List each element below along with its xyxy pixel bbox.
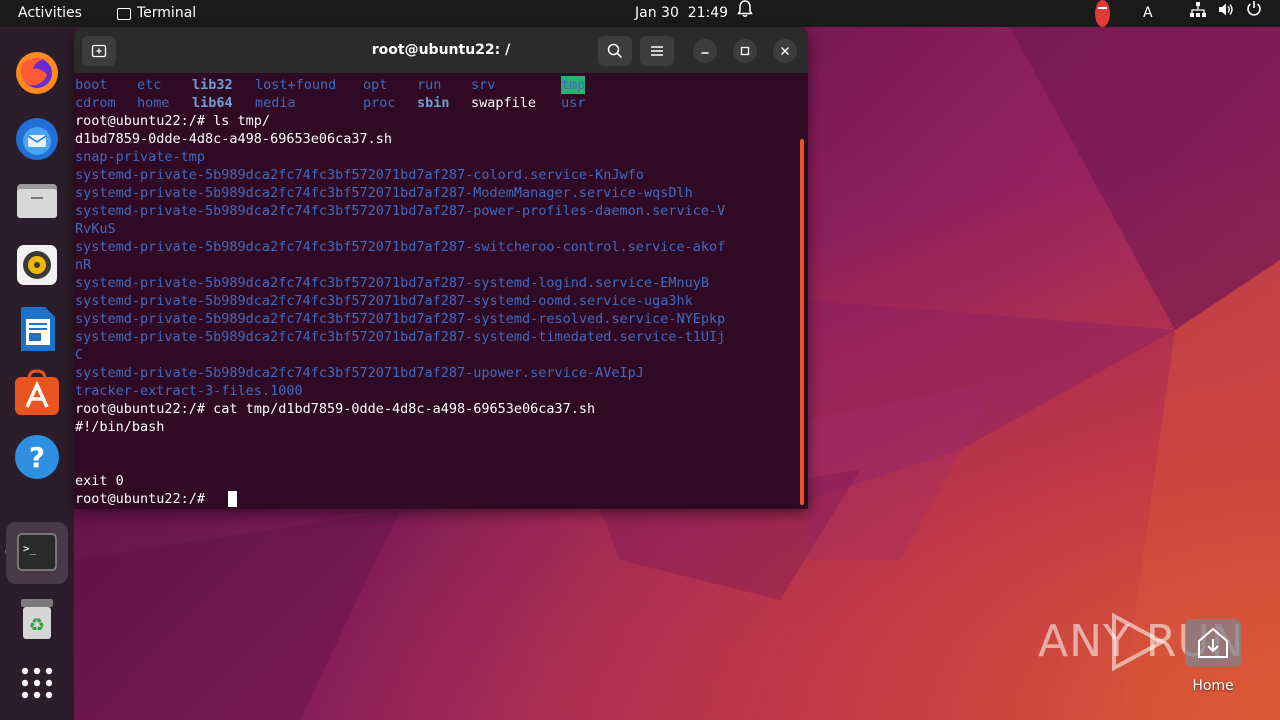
ls-entry: lib64	[192, 95, 233, 111]
top-bar: Activities Terminal Jan 30 21:49 A	[0, 0, 1280, 27]
output-line: tracker-extract-3-files.1000	[75, 383, 303, 399]
show-apps-icon[interactable]	[11, 657, 63, 709]
output-line: systemd-private-5b989dca2fc74fc3bf572071…	[75, 167, 644, 183]
ls-entry: lib32	[192, 77, 233, 93]
text-cursor	[228, 491, 237, 507]
app-menu[interactable]: Terminal	[117, 0, 196, 27]
ls-entry: lost+found	[255, 77, 337, 93]
output-line: systemd-private-5b989dca2fc74fc3bf572071…	[75, 365, 644, 381]
output-line: systemd-private-5b989dca2fc74fc3bf572071…	[75, 185, 693, 201]
trash-icon[interactable]: ♻	[11, 593, 63, 645]
terminal-output[interactable]: boot etc lib32 lost+found opt run srv tm…	[74, 75, 798, 509]
ls-entry: etc	[137, 77, 162, 93]
output-line: C	[75, 347, 84, 363]
new-tab-button[interactable]	[82, 36, 116, 66]
ls-entry: swapfile	[471, 95, 537, 111]
search-button[interactable]	[598, 36, 632, 66]
ls-entry: srv	[471, 77, 496, 93]
ls-entry: proc	[363, 95, 396, 111]
thunderbird-icon[interactable]	[11, 111, 63, 163]
output-line: systemd-private-5b989dca2fc74fc3bf572071…	[75, 203, 726, 219]
firefox-icon[interactable]	[11, 47, 63, 99]
dock: ? >_ ♻	[0, 27, 74, 720]
do-not-disturb-icon[interactable]	[1095, 0, 1110, 27]
maximize-icon	[740, 46, 750, 56]
ls-entry-highlighted: tmp	[561, 76, 586, 94]
ls-entry: media	[255, 95, 296, 111]
svg-text:>_: >_	[23, 542, 37, 555]
ls-entry: sbin	[417, 95, 450, 111]
ls-entry: boot	[75, 77, 108, 93]
keyboard-layout-indicator[interactable]: A	[1143, 0, 1153, 27]
terminal-scrollbar[interactable]	[800, 139, 804, 505]
ls-entry: opt	[363, 77, 388, 93]
command-line: root@ubuntu22:/# ls tmp/	[75, 113, 271, 129]
svg-text:?: ?	[29, 441, 45, 474]
output-line: exit 0	[75, 473, 124, 489]
libreoffice-writer-icon[interactable]	[11, 303, 63, 355]
terminal-dock-icon[interactable]: >_	[6, 522, 68, 584]
play-logo-icon	[1112, 612, 1167, 672]
output-line: systemd-private-5b989dca2fc74fc3bf572071…	[75, 239, 726, 255]
close-icon	[781, 47, 789, 55]
output-line: snap-private-tmp	[75, 149, 206, 165]
output-line: systemd-private-5b989dca2fc74fc3bf572071…	[75, 275, 709, 291]
power-icon[interactable]	[1246, 0, 1262, 27]
notification-bell-icon[interactable]	[737, 0, 753, 27]
ls-entry: home	[137, 95, 170, 111]
help-icon[interactable]: ?	[11, 431, 63, 483]
prompt-line: root@ubuntu22:/#	[75, 491, 214, 507]
app-center-icon[interactable]	[11, 367, 63, 419]
terminal-window[interactable]: root@ubuntu22: / boot etc lib32 lost+fou…	[74, 27, 808, 509]
terminal-app-icon	[117, 7, 131, 20]
output-line: #!/bin/bash	[75, 419, 165, 435]
network-icon[interactable]	[1190, 0, 1206, 27]
ls-entry: cdrom	[75, 95, 116, 111]
ls-entry: run	[417, 77, 442, 93]
home-folder-label: Home	[1192, 678, 1234, 694]
output-line: systemd-private-5b989dca2fc74fc3bf572071…	[75, 293, 693, 309]
files-icon[interactable]	[11, 175, 63, 227]
maximize-button[interactable]	[733, 39, 757, 63]
minimize-icon	[701, 52, 709, 54]
clock[interactable]: Jan 30 21:49	[635, 0, 728, 27]
new-tab-icon	[91, 44, 107, 58]
close-button[interactable]	[773, 39, 797, 63]
menu-button[interactable]	[640, 36, 674, 66]
rhythmbox-icon[interactable]	[11, 239, 63, 291]
output-line: systemd-private-5b989dca2fc74fc3bf572071…	[75, 311, 726, 327]
output-line: nR	[75, 257, 92, 273]
app-menu-label: Terminal	[137, 5, 197, 21]
output-line: d1bd7859-0dde-4d8c-a498-69653e06ca37.sh	[75, 131, 392, 147]
command-line: root@ubuntu22:/# cat tmp/d1bd7859-0dde-4…	[75, 401, 596, 417]
home-folder-icon[interactable]	[1185, 619, 1241, 667]
svg-text:♻: ♻	[29, 615, 45, 636]
activities-button[interactable]: Activities	[18, 0, 82, 27]
hamburger-menu-icon	[651, 46, 663, 56]
minimize-button[interactable]	[693, 39, 717, 63]
volume-icon[interactable]	[1218, 0, 1234, 27]
output-line: systemd-private-5b989dca2fc74fc3bf572071…	[75, 329, 726, 345]
ls-entry: usr	[561, 95, 586, 111]
output-line: RvKuS	[75, 221, 116, 237]
terminal-titlebar[interactable]: root@ubuntu22: /	[74, 27, 808, 73]
search-icon	[607, 43, 623, 59]
